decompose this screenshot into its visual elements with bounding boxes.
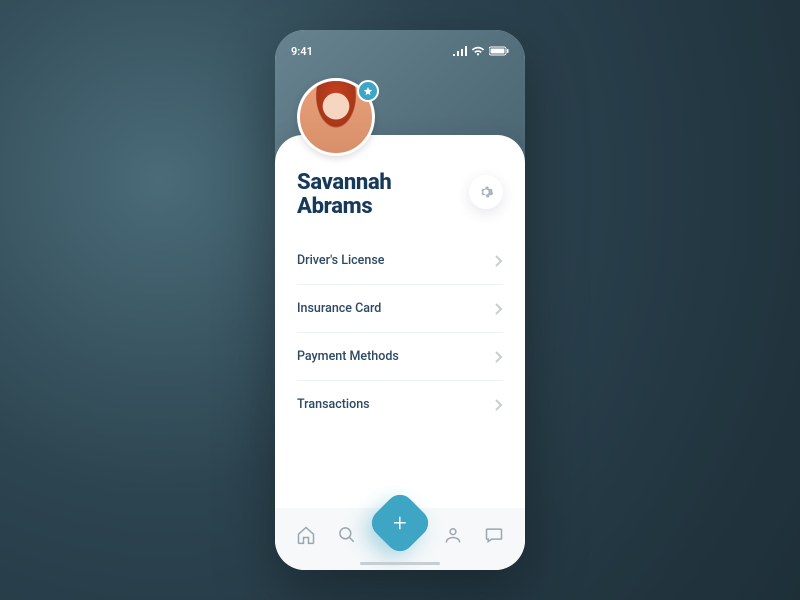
status-bar: 9:41 <box>275 30 525 64</box>
battery-icon <box>489 46 509 56</box>
status-time: 9:41 <box>291 45 313 58</box>
chevron-right-icon <box>495 255 503 267</box>
profile-name: Savannah Abrams <box>297 171 391 219</box>
plus-icon: + <box>393 511 407 535</box>
profile-first-name: Savannah <box>297 170 391 195</box>
nav-profile[interactable] <box>436 518 470 552</box>
menu-item-label: Payment Methods <box>297 349 399 364</box>
home-icon <box>296 525 316 545</box>
search-icon <box>337 525 357 545</box>
chevron-right-icon <box>495 351 503 363</box>
signal-icon <box>453 46 467 56</box>
menu-item-drivers-license[interactable]: Driver's License <box>297 237 503 285</box>
avatar-container[interactable] <box>297 78 375 156</box>
menu-item-label: Transactions <box>297 397 370 412</box>
menu-item-transactions[interactable]: Transactions <box>297 381 503 428</box>
status-icons <box>453 46 509 56</box>
fab-container: + <box>372 495 428 551</box>
profile-card: Savannah Abrams Driver's License Insuran… <box>275 135 525 570</box>
add-button[interactable]: + <box>366 489 434 557</box>
star-icon <box>363 86 373 96</box>
gear-icon <box>478 184 494 200</box>
profile-menu: Driver's License Insurance Card Payment … <box>297 237 503 428</box>
verified-badge <box>357 80 379 102</box>
person-icon <box>443 525 463 545</box>
menu-item-label: Driver's License <box>297 253 384 268</box>
home-indicator <box>360 562 440 565</box>
chevron-right-icon <box>495 399 503 411</box>
nav-home[interactable] <box>289 518 323 552</box>
wifi-icon <box>471 46 485 56</box>
chevron-right-icon <box>495 303 503 315</box>
phone-frame: 9:41 Savannah Abrams <box>275 30 525 570</box>
menu-item-insurance-card[interactable]: Insurance Card <box>297 285 503 333</box>
menu-item-payment-methods[interactable]: Payment Methods <box>297 333 503 381</box>
nav-messages[interactable] <box>477 518 511 552</box>
bottom-nav: + <box>275 508 525 570</box>
settings-button[interactable] <box>469 175 503 209</box>
menu-item-label: Insurance Card <box>297 301 381 316</box>
profile-last-name: Abrams <box>297 194 372 219</box>
chat-icon <box>484 525 504 545</box>
nav-search[interactable] <box>330 518 364 552</box>
